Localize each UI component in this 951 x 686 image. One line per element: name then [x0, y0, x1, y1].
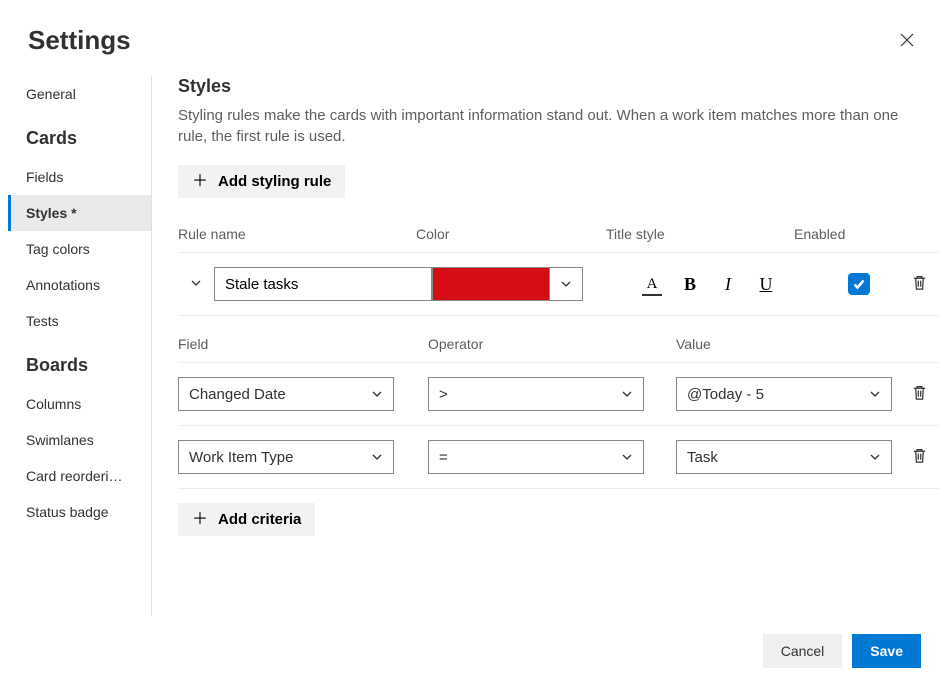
plus-icon: ＋ — [192, 512, 208, 528]
dialog-footer: Cancel Save — [0, 616, 951, 686]
chevron-down-icon — [371, 388, 383, 400]
sidebar-item-annotations[interactable]: Annotations — [8, 267, 151, 303]
criteria-operator-value: > — [439, 386, 448, 403]
bold-icon: B — [684, 274, 696, 295]
sidebar-item-columns[interactable]: Columns — [8, 386, 151, 422]
rule-name-input[interactable] — [214, 267, 432, 301]
criteria-value-dropdown[interactable]: @Today - 5 — [676, 377, 892, 411]
criteria-col-value: Value — [676, 336, 896, 352]
cancel-button[interactable]: Cancel — [763, 634, 843, 668]
criteria-value-value: @Today - 5 — [687, 386, 764, 403]
sidebar-item-tests[interactable]: Tests — [8, 303, 151, 339]
italic-button[interactable]: I — [715, 271, 741, 297]
rule-row: A B I U — [178, 252, 939, 316]
sidebar-group-boards: Boards — [8, 339, 151, 386]
trash-icon — [911, 384, 928, 401]
close-button[interactable] — [891, 24, 923, 56]
chevron-down-icon — [560, 278, 572, 290]
chevron-down-icon — [190, 277, 202, 289]
criteria-field-value: Work Item Type — [189, 449, 293, 466]
font-color-icon: A — [647, 277, 658, 292]
sidebar-group-cards: Cards — [8, 112, 151, 159]
panel-heading: Styles — [178, 76, 939, 97]
col-rule-name: Rule name — [178, 226, 416, 242]
plus-icon: ＋ — [192, 174, 208, 190]
underline-icon: U — [760, 274, 773, 295]
add-styling-rule-button[interactable]: ＋ Add styling rule — [178, 165, 345, 198]
chevron-down-icon — [621, 388, 633, 400]
add-styling-rule-label: Add styling rule — [218, 173, 331, 190]
dialog-title: Settings — [28, 25, 131, 56]
color-dropdown[interactable] — [549, 267, 583, 301]
criteria-field-value: Changed Date — [189, 386, 286, 403]
delete-criteria-button[interactable] — [911, 384, 928, 404]
chevron-down-icon — [869, 451, 881, 463]
bold-button[interactable]: B — [677, 271, 703, 297]
expand-rule-toggle[interactable] — [190, 276, 202, 292]
criteria-field-dropdown[interactable]: Work Item Type — [178, 440, 394, 474]
add-criteria-label: Add criteria — [218, 511, 301, 528]
criteria-value-dropdown[interactable]: Task — [676, 440, 892, 474]
criteria-operator-dropdown[interactable]: = — [428, 440, 644, 474]
trash-icon — [911, 447, 928, 464]
criteria-headers: Field Operator Value — [178, 316, 939, 362]
criteria-col-operator: Operator — [428, 336, 676, 352]
check-icon — [852, 277, 866, 291]
enabled-checkbox[interactable] — [848, 273, 870, 295]
sidebar-item-styles[interactable]: Styles * — [8, 195, 151, 231]
main-panel: Styles Styling rules make the cards with… — [152, 76, 951, 616]
sidebar-item-fields[interactable]: Fields — [8, 159, 151, 195]
rule-column-headers: Rule name Color Title style Enabled — [178, 226, 939, 252]
criteria-row: Changed Date > @Today - 5 — [178, 362, 939, 425]
criteria-field-dropdown[interactable]: Changed Date — [178, 377, 394, 411]
trash-icon — [911, 274, 928, 291]
sidebar-item-general[interactable]: General — [8, 76, 151, 112]
chevron-down-icon — [621, 451, 633, 463]
col-enabled: Enabled — [794, 226, 874, 242]
panel-description: Styling rules make the cards with import… — [178, 105, 918, 147]
criteria-operator-value: = — [439, 449, 448, 466]
sidebar-item-swimlanes[interactable]: Swimlanes — [8, 422, 151, 458]
criteria-col-field: Field — [178, 336, 428, 352]
sidebar-item-tag-colors[interactable]: Tag colors — [8, 231, 151, 267]
underline-button[interactable]: U — [753, 271, 779, 297]
italic-icon: I — [725, 274, 731, 295]
add-criteria-button[interactable]: ＋ Add criteria — [178, 503, 315, 536]
sidebar-item-status-badge[interactable]: Status badge — [8, 494, 151, 530]
chevron-down-icon — [869, 388, 881, 400]
chevron-down-icon — [371, 451, 383, 463]
close-icon — [899, 32, 915, 48]
sidebar-item-card-reordering[interactable]: Card reorderi… — [8, 458, 151, 494]
criteria-operator-dropdown[interactable]: > — [428, 377, 644, 411]
criteria-row: Work Item Type = Task — [178, 425, 939, 488]
col-title-style: Title style — [606, 226, 794, 242]
col-color: Color — [416, 226, 606, 242]
delete-criteria-button[interactable] — [911, 447, 928, 467]
color-swatch[interactable] — [432, 267, 549, 301]
save-button[interactable]: Save — [852, 634, 921, 668]
font-color-button[interactable]: A — [639, 271, 665, 297]
criteria-value-value: Task — [687, 449, 718, 466]
delete-rule-button[interactable] — [911, 274, 928, 294]
sidebar: General Cards Fields Styles * Tag colors… — [0, 76, 152, 616]
